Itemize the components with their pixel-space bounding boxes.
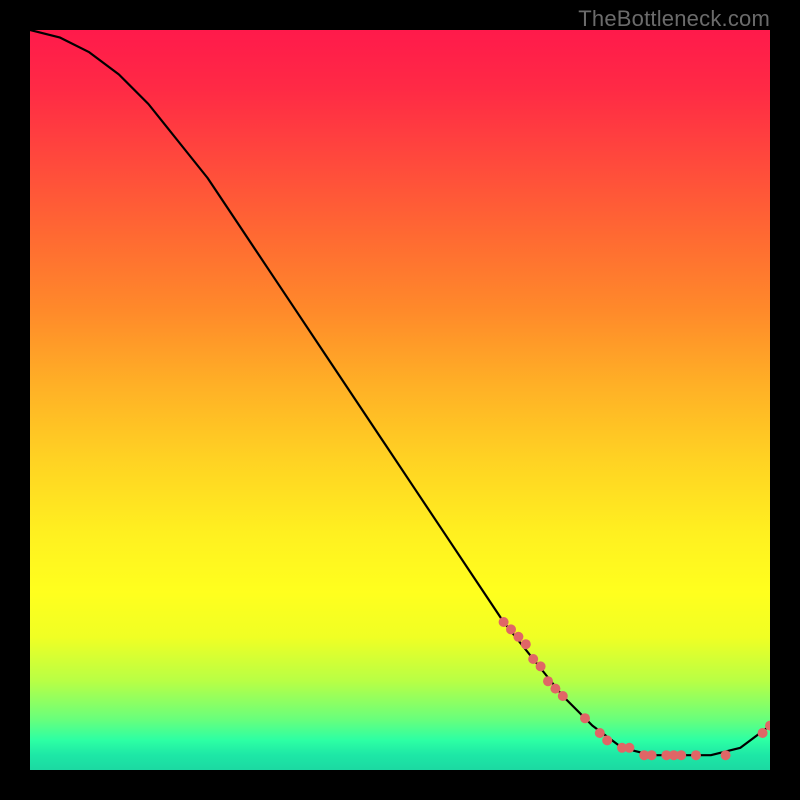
- data-point: [676, 750, 686, 760]
- data-point: [580, 713, 590, 723]
- curve-path: [30, 30, 770, 755]
- data-point: [558, 691, 568, 701]
- data-point: [758, 728, 768, 738]
- chart-frame: TheBottleneck.com: [0, 0, 800, 800]
- marker-group: [499, 617, 770, 760]
- data-point: [691, 750, 701, 760]
- chart-svg: [30, 30, 770, 770]
- data-point: [721, 750, 731, 760]
- data-point: [528, 654, 538, 664]
- data-point: [647, 750, 657, 760]
- data-point: [543, 676, 553, 686]
- plot-area: [30, 30, 770, 770]
- data-point: [499, 617, 509, 627]
- data-point: [521, 639, 531, 649]
- data-point: [536, 661, 546, 671]
- data-point: [624, 743, 634, 753]
- data-point: [602, 735, 612, 745]
- watermark-text: TheBottleneck.com: [578, 6, 770, 32]
- data-point: [506, 624, 516, 634]
- data-point: [595, 728, 605, 738]
- data-point: [550, 684, 560, 694]
- data-point: [513, 632, 523, 642]
